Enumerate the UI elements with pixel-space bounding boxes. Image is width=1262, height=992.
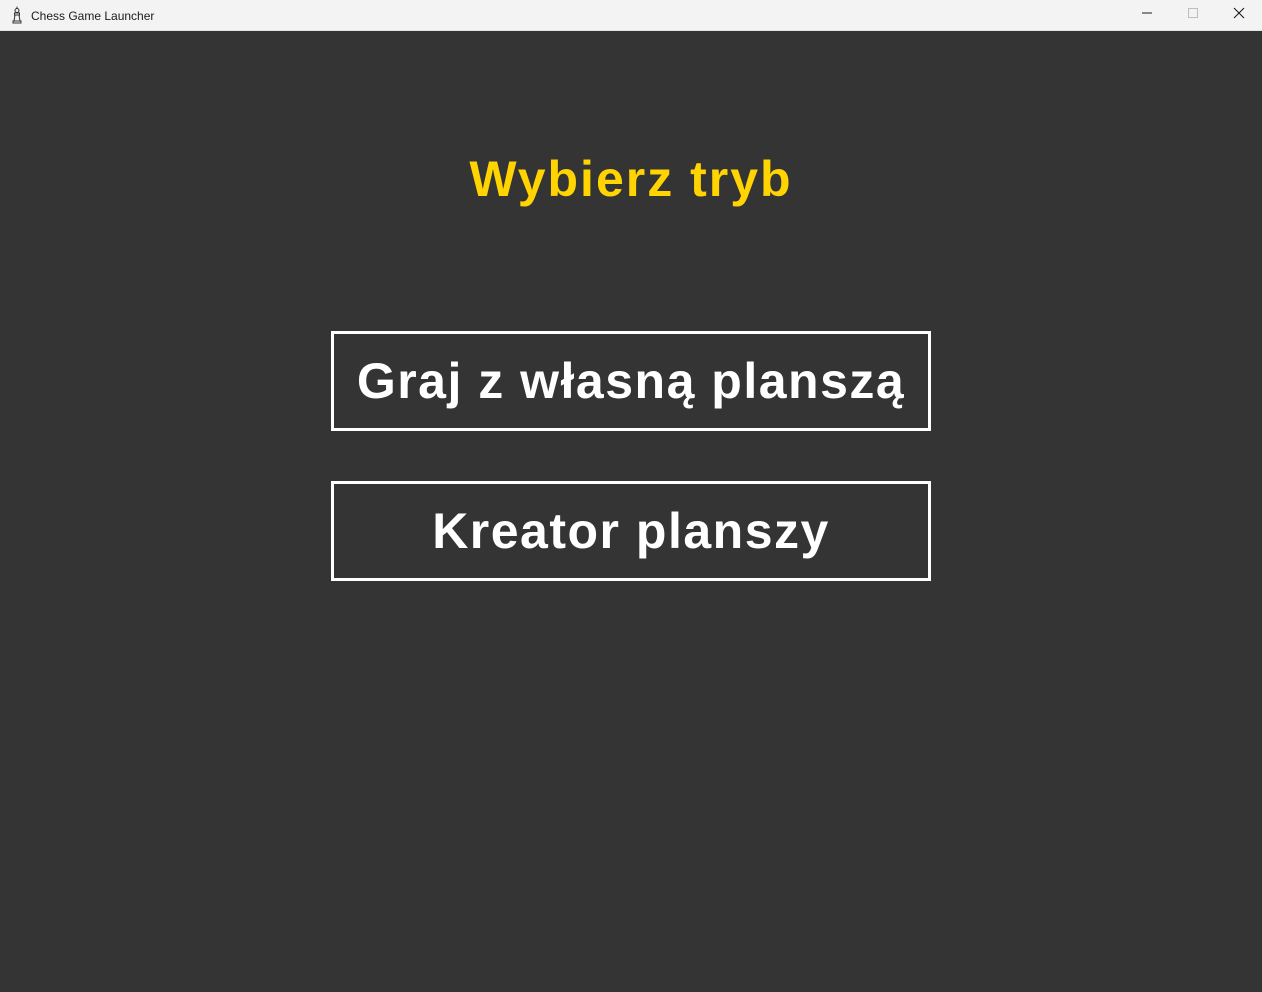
title-bar[interactable]: Chess Game Launcher <box>0 0 1262 31</box>
play-custom-board-button[interactable]: Graj z własną planszą <box>331 331 931 431</box>
close-icon <box>1233 6 1245 24</box>
page-title: Wybierz tryb <box>469 151 793 207</box>
launcher-window: Chess Game Launcher Wybierz tryb Graj z … <box>0 0 1262 992</box>
chess-piece-icon <box>10 6 24 24</box>
maximize-button[interactable] <box>1170 0 1216 30</box>
main-content: Wybierz tryb Graj z własną planszą Kreat… <box>0 31 1262 992</box>
board-creator-button[interactable]: Kreator planszy <box>331 481 931 581</box>
minimize-icon <box>1141 6 1153 24</box>
close-button[interactable] <box>1216 0 1262 30</box>
window-title: Chess Game Launcher <box>31 9 155 23</box>
minimize-button[interactable] <box>1124 0 1170 30</box>
maximize-icon <box>1187 6 1199 24</box>
board-creator-label: Kreator planszy <box>432 503 830 559</box>
play-custom-board-label: Graj z własną planszą <box>356 353 906 409</box>
